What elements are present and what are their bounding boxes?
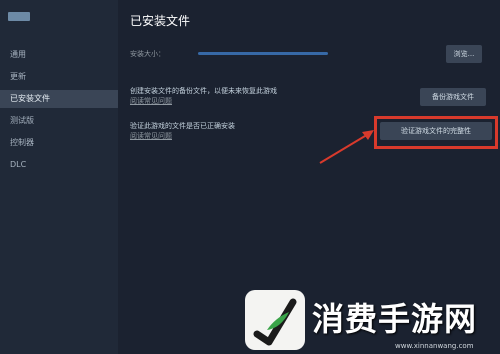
- sidebar-item-general[interactable]: 通用: [0, 46, 118, 64]
- sidebar-item-controller[interactable]: 控制器: [0, 134, 118, 152]
- verify-description: 验证此游戏的文件是否已正确安装: [130, 122, 235, 130]
- sidebar-item-installed-files[interactable]: 已安装文件: [0, 90, 118, 108]
- backup-description: 创建安装文件的备份文件，以便未来恢复此游戏: [130, 87, 277, 95]
- verify-faq-link[interactable]: 阅读常见问题: [130, 131, 172, 141]
- backup-faq-link[interactable]: 阅读常见问题: [130, 96, 172, 106]
- install-size-value-blurred: [198, 52, 328, 55]
- sidebar-item-dlc[interactable]: DLC: [0, 156, 118, 174]
- watermark-text: 消费手游网: [312, 300, 478, 338]
- install-size-label: 安装大小：: [130, 50, 165, 58]
- leaf-check-icon: [253, 298, 297, 346]
- watermark-url: www.xinnanwang.com: [395, 342, 474, 350]
- highlight-box: [374, 116, 498, 149]
- page-title: 已安装文件: [130, 14, 191, 28]
- sidebar-item-updates[interactable]: 更新: [0, 68, 118, 86]
- app-logo: [8, 12, 30, 21]
- watermark-logo: [245, 290, 305, 350]
- sidebar-item-betas[interactable]: 测试版: [0, 112, 118, 130]
- settings-sidebar: 通用 更新 已安装文件 测试版 控制器 DLC: [0, 0, 118, 354]
- red-arrow-icon: [319, 130, 374, 164]
- backup-game-files-button[interactable]: 备份游戏文件: [420, 88, 486, 106]
- browse-button[interactable]: 浏览...: [446, 45, 482, 63]
